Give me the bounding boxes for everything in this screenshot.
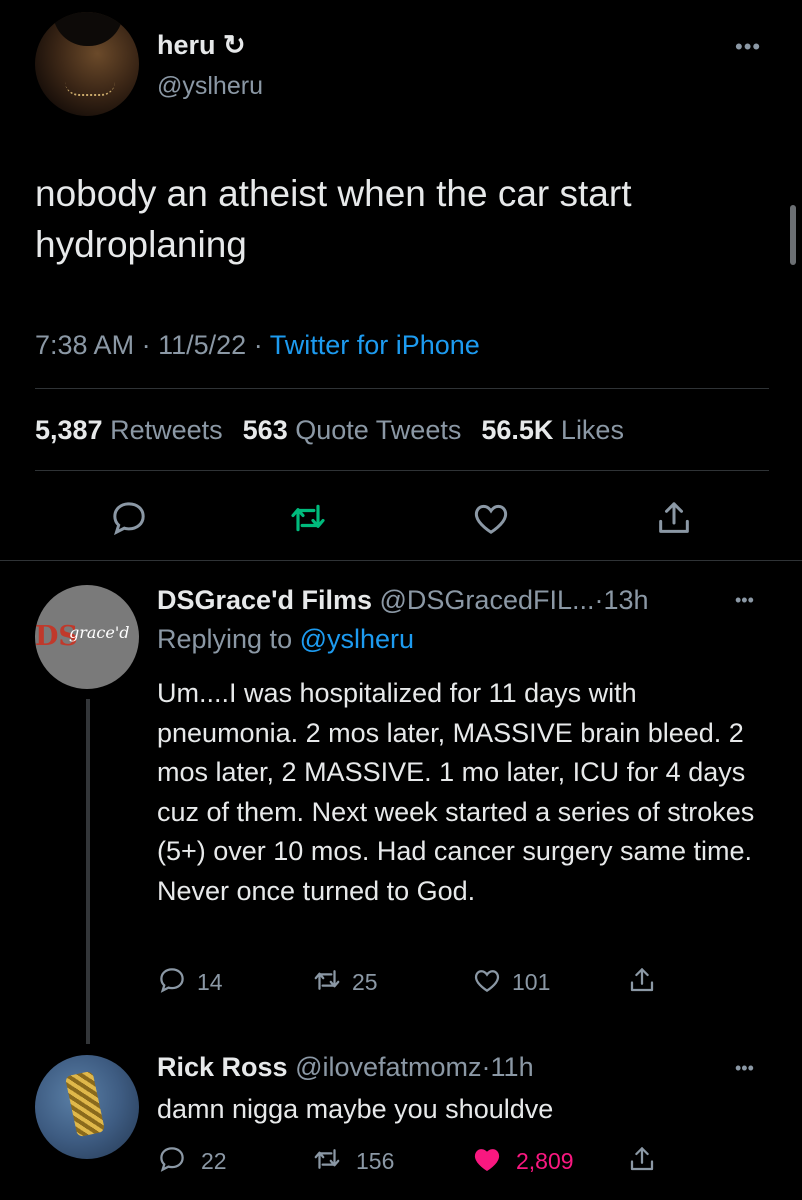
reply-header: Rick Ross @ilovefatmomz·11h <box>157 1052 534 1083</box>
heart-filled-icon <box>472 1144 502 1179</box>
reply-header: DSGrace'd Films @DSGracedFIL...·13h <box>157 585 649 616</box>
avatar-logo-script: grace'd <box>69 623 130 642</box>
tweet-time[interactable]: 7:38 AM <box>35 330 134 360</box>
replying-to-handle[interactable]: @yslheru <box>300 624 414 654</box>
tweet-meta: 7:38 AM · 11/5/22 · Twitter for iPhone <box>35 330 480 361</box>
quotes-stat[interactable]: 563 Quote Tweets <box>243 415 462 446</box>
meta-separator: · <box>594 585 604 615</box>
likes-stat[interactable]: 56.5K Likes <box>481 415 624 446</box>
reply-icon <box>157 1144 187 1179</box>
avatar[interactable]: DS grace'd <box>35 585 139 689</box>
retweet-icon[interactable] <box>286 496 330 540</box>
retweets-count: 5,387 <box>35 415 103 445</box>
author-handle[interactable]: @DSGracedFIL... <box>380 585 595 615</box>
avatar[interactable] <box>35 1055 139 1159</box>
replying-to: Replying to @yslheru <box>157 624 414 655</box>
like-count: 101 <box>512 969 551 995</box>
reply-count: 22 <box>201 1148 227 1174</box>
share-icon[interactable] <box>627 965 657 1000</box>
like-button[interactable]: 2,809 <box>472 1144 574 1179</box>
tweet-date[interactable]: 11/5/22 <box>158 330 246 360</box>
heart-icon <box>472 965 502 1000</box>
author-handle[interactable]: @ilovefatmomz <box>295 1052 481 1082</box>
retweet-count: 156 <box>356 1148 395 1174</box>
reply-button[interactable]: 22 <box>157 1144 227 1179</box>
share-icon[interactable] <box>652 496 696 540</box>
reply-text: damn nigga maybe you shouldve <box>157 1094 554 1124</box>
meta-separator: · <box>481 1052 491 1082</box>
more-options-icon[interactable]: ••• <box>735 34 761 60</box>
author-name[interactable]: heru ↻ <box>157 30 246 61</box>
reply-button[interactable]: 14 <box>157 965 223 1000</box>
reply-actions: 14 25 101 <box>157 965 677 1001</box>
reply-text: Um....I was hospitalized for 11 days wit… <box>157 678 755 906</box>
heart-icon[interactable] <box>469 496 513 540</box>
more-options-icon[interactable]: ••• <box>735 1058 754 1079</box>
retweet-icon <box>312 965 342 1000</box>
meta-separator: · <box>141 330 151 360</box>
divider <box>35 470 769 471</box>
share-icon[interactable] <box>627 1144 657 1179</box>
likes-count: 56.5K <box>481 415 554 445</box>
reply-count: 14 <box>197 969 223 995</box>
replying-prefix: Replying to <box>157 624 293 654</box>
reply-actions: 22 156 2,809 <box>157 1144 677 1180</box>
quotes-count: 563 <box>242 415 288 445</box>
display-name[interactable]: DSGrace'd Films <box>157 585 372 615</box>
more-options-icon[interactable]: ••• <box>735 590 754 611</box>
like-count: 2,809 <box>516 1148 574 1174</box>
display-name[interactable]: heru ↻ <box>157 30 246 61</box>
reply-icon <box>157 965 187 1000</box>
retweets-label: Retweets <box>110 415 223 445</box>
scrollbar[interactable] <box>790 205 796 265</box>
avatar[interactable] <box>35 12 139 116</box>
retweet-icon <box>312 1144 342 1179</box>
reply-time[interactable]: 13h <box>604 585 649 615</box>
retweet-button[interactable]: 25 <box>312 965 378 1000</box>
display-name[interactable]: Rick Ross <box>157 1052 288 1082</box>
retweet-count: 25 <box>352 969 378 995</box>
reply-icon[interactable] <box>107 496 151 540</box>
quotes-label: Quote Tweets <box>295 415 462 445</box>
divider <box>35 388 769 389</box>
meta-separator: · <box>253 330 263 360</box>
likes-label: Likes <box>560 415 624 445</box>
thread-line <box>86 699 90 1044</box>
like-button[interactable]: 101 <box>472 965 550 1000</box>
divider <box>0 560 802 561</box>
author-handle[interactable]: @yslheru <box>157 72 263 101</box>
reply-time[interactable]: 11h <box>491 1052 534 1082</box>
tweet-stats: 5,387 Retweets 563 Quote Tweets 56.5K Li… <box>35 415 644 446</box>
retweets-stat[interactable]: 5,387 Retweets <box>35 415 223 446</box>
retweet-button[interactable]: 156 <box>312 1144 394 1179</box>
tweet-source-link[interactable]: Twitter for iPhone <box>270 330 480 360</box>
tweet-text: nobody an atheist when the car start hyd… <box>35 173 632 265</box>
